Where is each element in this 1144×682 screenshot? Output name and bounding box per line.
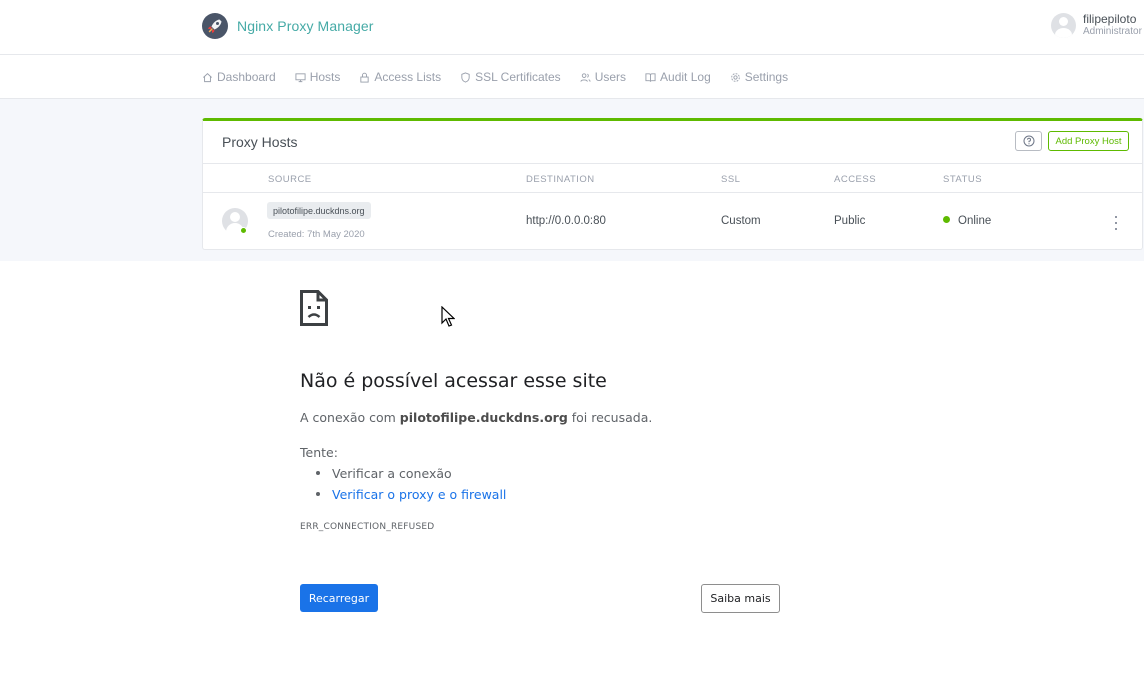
user-name: filipepiloto bbox=[1083, 12, 1137, 26]
home-icon bbox=[203, 72, 212, 82]
destination-cell: http://0.0.0.0:80 bbox=[526, 215, 606, 227]
column-header-destination: DESTINATION bbox=[526, 174, 595, 185]
status-cell: Online bbox=[943, 215, 991, 227]
column-header-status: STATUS bbox=[943, 174, 983, 185]
try-label: Tente: bbox=[300, 445, 338, 460]
column-header-access: ACCESS bbox=[834, 174, 877, 185]
error-description: A conexão com pilotofilipe.duckdns.org f… bbox=[300, 410, 652, 425]
owner-avatar bbox=[222, 208, 248, 234]
users-icon bbox=[580, 72, 591, 82]
source-domain-tag[interactable]: pilotofilipe.duckdns.org bbox=[267, 202, 371, 219]
card-header: Proxy Hosts Add Proxy Host bbox=[203, 121, 1142, 164]
monitor-icon bbox=[295, 72, 306, 82]
app-name: Nginx Proxy Manager bbox=[237, 18, 374, 34]
error-description-prefix: A conexão com bbox=[300, 410, 400, 425]
shield-icon bbox=[461, 71, 470, 83]
nav-bar: Dashboard Hosts Access Lists SSL Certifi… bbox=[0, 55, 1144, 99]
nav-item-hosts[interactable]: Hosts bbox=[295, 70, 341, 84]
sad-document-icon bbox=[300, 290, 328, 331]
rocket-icon bbox=[202, 13, 228, 39]
error-title: Não é possível acessar esse site bbox=[300, 370, 607, 392]
suggestion-check-connection: Verificar a conexão bbox=[316, 466, 452, 481]
nav-item-users[interactable]: Users bbox=[580, 70, 626, 84]
access-cell: Public bbox=[834, 215, 866, 227]
reload-button[interactable]: Recarregar bbox=[300, 584, 378, 612]
brand[interactable]: Nginx Proxy Manager bbox=[202, 13, 374, 39]
created-date: Created: 7th May 2020 bbox=[268, 229, 365, 240]
avatar bbox=[1051, 12, 1076, 38]
nav-item-settings[interactable]: Settings bbox=[730, 70, 788, 84]
suggestion-text: Verificar a conexão bbox=[332, 466, 452, 481]
nav-label: Settings bbox=[744, 70, 789, 84]
user-role: Administrator bbox=[1083, 26, 1142, 38]
row-actions-menu-icon[interactable] bbox=[1112, 216, 1120, 230]
lock-icon bbox=[360, 72, 370, 83]
add-proxy-host-button[interactable]: Add Proxy Host bbox=[1048, 131, 1129, 151]
error-description-suffix: foi recusada. bbox=[567, 410, 653, 425]
nav-item-dashboard[interactable]: Dashboard bbox=[202, 70, 276, 84]
nav-label: Access Lists bbox=[374, 70, 442, 84]
user-menu[interactable]: filipepiloto Administrator bbox=[1051, 12, 1142, 38]
proxy-hosts-card: Proxy Hosts Add Proxy Host SOURCE DESTIN… bbox=[202, 118, 1143, 250]
nav-label: Dashboard bbox=[217, 70, 276, 84]
nav-label: SSL Certificates bbox=[475, 70, 561, 84]
nav-label: Users bbox=[594, 70, 627, 84]
error-host: pilotofilipe.duckdns.org bbox=[399, 410, 568, 425]
column-header-ssl: SSL bbox=[721, 174, 741, 185]
table-divider bbox=[203, 192, 1142, 193]
ssl-cell: Custom bbox=[721, 215, 761, 227]
learn-more-button[interactable]: Saiba mais bbox=[701, 584, 780, 613]
nginx-proxy-manager-panel: Nginx Proxy Manager filipepiloto Adminis… bbox=[0, 0, 1144, 261]
nav-item-audit-log[interactable]: Audit Log bbox=[645, 70, 711, 84]
help-circle-icon bbox=[1023, 135, 1034, 147]
mouse-cursor-icon bbox=[441, 305, 456, 333]
error-code: ERR_CONNECTION_REFUSED bbox=[300, 522, 435, 532]
nav-label: Audit Log bbox=[660, 70, 711, 84]
nav-item-access-lists[interactable]: Access Lists bbox=[359, 70, 441, 84]
book-icon bbox=[645, 72, 656, 82]
suggestion-link-text[interactable]: Verificar o proxy e o firewall bbox=[332, 487, 506, 502]
top-bar: Nginx Proxy Manager filipepiloto Adminis… bbox=[0, 0, 1144, 55]
help-button[interactable] bbox=[1015, 131, 1042, 151]
status-dot bbox=[943, 216, 950, 223]
suggestion-check-proxy-firewall-link[interactable]: Verificar o proxy e o firewall bbox=[316, 487, 506, 502]
nav-label: Hosts bbox=[309, 70, 341, 84]
gear-icon bbox=[730, 72, 740, 82]
online-indicator bbox=[240, 227, 247, 234]
status-text: Online bbox=[958, 215, 992, 227]
column-header-source: SOURCE bbox=[268, 174, 312, 185]
nav-item-ssl-certificates[interactable]: SSL Certificates bbox=[460, 70, 561, 84]
card-title: Proxy Hosts bbox=[222, 134, 298, 150]
